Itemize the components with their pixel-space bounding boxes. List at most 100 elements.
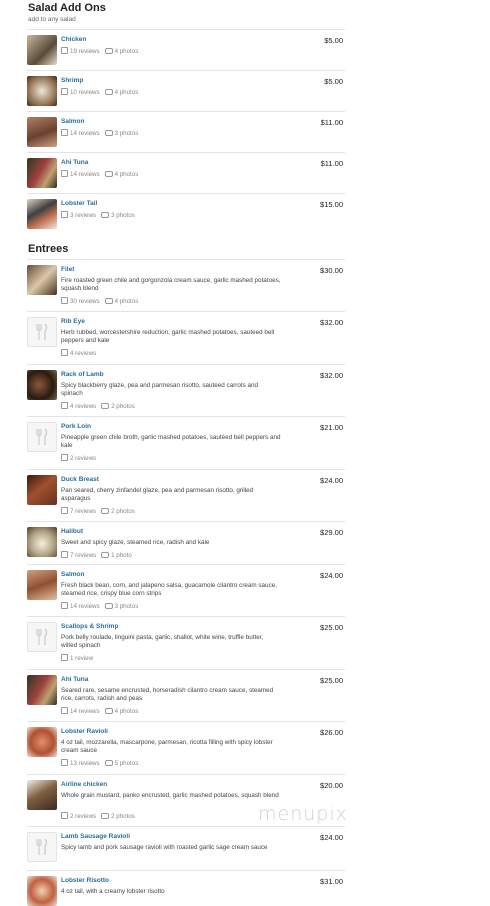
item-name[interactable]: Filet [61, 266, 74, 273]
review-count[interactable]: 19 reviews [70, 48, 100, 55]
item-name[interactable]: Lobster Risotto [61, 877, 109, 884]
item-name[interactable]: Lobster Tail [61, 200, 97, 207]
item-name[interactable]: Rib Eye [61, 318, 85, 325]
photo-count[interactable]: 2 photos [111, 403, 135, 410]
review-icon [61, 211, 68, 218]
item-name[interactable]: Halibut [61, 528, 83, 535]
review-count[interactable]: 2 reviews [70, 455, 96, 462]
menu-item[interactable]: Shrimp $5.00 10 reviews 4 photos [27, 70, 345, 111]
item-name[interactable]: Airline chicken [61, 781, 107, 788]
review-count[interactable]: 2 reviews [70, 813, 96, 820]
item-name[interactable]: Lobster Ravioli [61, 728, 108, 735]
photo-count[interactable]: 4 photos [115, 89, 139, 96]
review-count[interactable]: 13 reviews [70, 760, 100, 767]
review-count[interactable]: 7 reviews [70, 552, 96, 559]
review-count[interactable]: 10 reviews [70, 89, 100, 96]
food-photo[interactable] [27, 370, 57, 400]
menu-item[interactable]: Lobster Ravioli $26.00 4 oz tail, mozzar… [27, 721, 345, 774]
item-name[interactable]: Ahi Tuna [61, 676, 88, 683]
item-price: $11.00 [320, 118, 343, 127]
photo-count[interactable]: 3 photos [115, 603, 139, 610]
food-photo[interactable] [27, 35, 57, 65]
item-description: Herb rubbed, worcestershire reduction, g… [61, 329, 275, 345]
photo-count[interactable]: 4 photos [115, 298, 139, 305]
item-name[interactable]: Chicken [61, 36, 86, 43]
menu-item[interactable]: Pork Loin $21.00 Pineapple green chile b… [27, 416, 345, 469]
item-price: $15.00 [320, 200, 343, 209]
item-name[interactable]: Scallops & Shrimp [61, 623, 118, 630]
menu-item[interactable]: Ahi Tuna $25.00 Seared rare, sesame encr… [27, 669, 345, 721]
photo-count[interactable]: 4 photos [115, 708, 139, 715]
item-price: $26.00 [320, 728, 343, 737]
item-name[interactable]: Rack of Lamb [61, 371, 104, 378]
item-name[interactable]: Ahi Tuna [61, 159, 88, 166]
food-photo[interactable] [27, 527, 57, 557]
review-icon [61, 47, 68, 54]
item-name[interactable]: Salmon [61, 571, 84, 578]
food-photo[interactable] [27, 265, 57, 295]
item-meta: 7 reviews 2 photos [61, 507, 135, 515]
menu-item[interactable]: Chicken $5.00 19 reviews 4 photos [27, 29, 345, 70]
item-price: $24.00 [320, 571, 343, 580]
photo-count[interactable]: 4 photos [115, 48, 139, 55]
food-photo[interactable] [27, 876, 57, 906]
menu-item[interactable]: Salmon $11.00 14 reviews 3 photos [27, 111, 345, 152]
salad-section: Salad Add Ons add to any salad [0, 0, 345, 26]
menu-item[interactable]: Halibut $29.00 Sweet and spicy glaze, st… [27, 521, 345, 564]
food-photo[interactable] [27, 675, 57, 705]
food-photo[interactable] [27, 117, 57, 147]
item-name[interactable]: Lamb Sausage Ravioli [61, 833, 130, 840]
item-meta: 3 reviews 3 photos [61, 211, 135, 219]
menu-item[interactable]: Rib Eye $32.00 Herb rubbed, worcestershi… [27, 311, 345, 364]
review-count[interactable]: 14 reviews [70, 603, 100, 610]
review-count[interactable]: 30 reviews [70, 298, 100, 305]
food-photo[interactable] [27, 475, 57, 505]
photo-count[interactable]: 2 photos [111, 813, 135, 820]
menu-item[interactable]: Lobster Risotto $31.00 4 oz tail, with a… [27, 870, 345, 906]
item-description: Fresh black bean, corn, and jalapeno sal… [61, 582, 277, 598]
photo-count[interactable]: 3 photos [115, 130, 139, 137]
photo-count[interactable]: 5 photos [115, 760, 139, 767]
menu-item[interactable]: Lobster Tail $15.00 3 reviews 3 photos [27, 193, 345, 234]
item-name[interactable]: Duck Breast [61, 476, 99, 483]
food-photo[interactable] [27, 727, 57, 757]
review-icon [61, 297, 68, 304]
review-count[interactable]: 14 reviews [70, 708, 100, 715]
photo-count[interactable]: 2 photos [111, 508, 135, 515]
menu-item[interactable]: Lamb Sausage Ravioli $24.00 Spicy lamb a… [27, 826, 345, 870]
photo-count[interactable]: 4 photos [115, 171, 139, 178]
item-description: Pineapple green chile broth, garlic mash… [61, 434, 281, 450]
menu-item[interactable]: Salmon $24.00 Fresh black bean, corn, an… [27, 564, 345, 616]
menu-item[interactable]: Duck Breast $24.00 Pan seared, cherry zi… [27, 469, 345, 521]
camera-icon [101, 813, 110, 819]
review-count[interactable]: 4 reviews [70, 350, 96, 357]
item-name[interactable]: Shrimp [61, 77, 83, 84]
item-price: $24.00 [320, 833, 343, 842]
menu-item[interactable]: Ahi Tuna $11.00 14 reviews 4 photos [27, 152, 345, 193]
item-name[interactable]: Pork Loin [61, 423, 91, 430]
review-count[interactable]: 14 reviews [70, 130, 100, 137]
food-photo[interactable] [27, 199, 57, 229]
food-photo[interactable] [27, 780, 57, 810]
camera-icon [104, 89, 113, 95]
item-description: Spicy blackberry glaze, pea and parmesan… [61, 382, 259, 398]
review-count[interactable]: 7 reviews [70, 508, 96, 515]
menu-item[interactable]: Scallops & Shrimp $25.00 Pork belly roul… [27, 616, 345, 669]
photo-count[interactable]: 1 photo [111, 552, 132, 559]
item-price: $32.00 [320, 371, 343, 380]
review-count[interactable]: 14 reviews [70, 171, 100, 178]
menu-item[interactable]: Filet $30.00 Fire roasted green chile an… [27, 259, 345, 311]
review-count[interactable]: 3 reviews [70, 212, 96, 219]
item-meta: 2 reviews [61, 454, 96, 462]
review-icon [61, 129, 68, 136]
review-count[interactable]: 4 reviews [70, 403, 96, 410]
food-photo[interactable] [27, 76, 57, 106]
menu-item[interactable]: Rack of Lamb $32.00 Spicy blackberry gla… [27, 364, 345, 416]
food-photo[interactable] [27, 158, 57, 188]
item-description: Fire roasted green chile and gorgonzola … [61, 277, 281, 293]
review-count[interactable]: 1 review [70, 655, 93, 662]
food-photo[interactable] [27, 570, 57, 600]
item-description: Pork belly roulade, linguini pasta, garl… [61, 634, 264, 650]
photo-count[interactable]: 3 photos [111, 212, 135, 219]
item-name[interactable]: Salmon [61, 118, 84, 125]
